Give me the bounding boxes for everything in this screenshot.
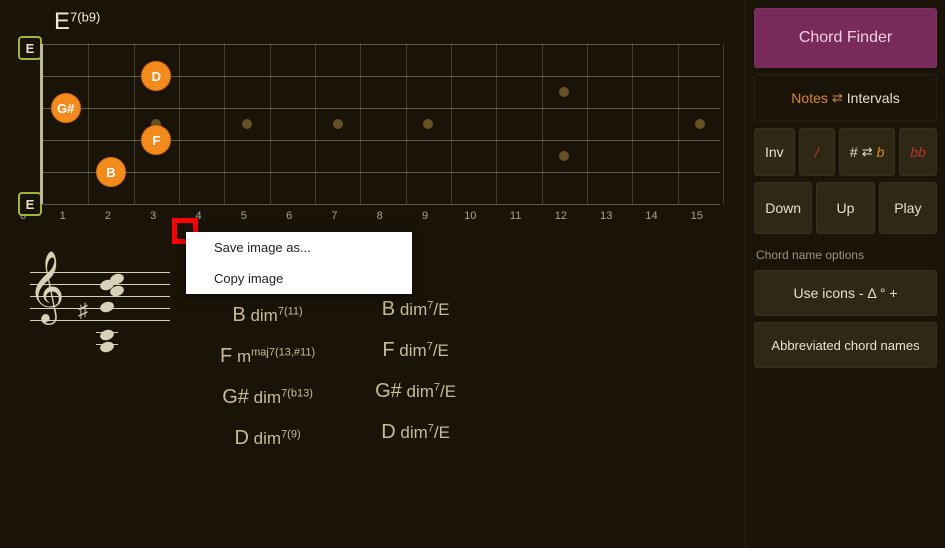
abbreviated-names-toggle[interactable]: Abbreviated chord names <box>754 322 937 368</box>
chord-finder-button[interactable]: Chord Finder <box>754 8 937 68</box>
swap-icon: ⇄ <box>862 144 873 160</box>
fret-note[interactable]: B <box>96 157 126 187</box>
chord-title: E7(b9) <box>54 8 725 36</box>
chord-name[interactable]: G# dim7/E <box>375 380 456 403</box>
chord-name-options-label: Chord name options <box>756 248 937 262</box>
side-panel: Chord Finder Notes ⇄ Intervals Inv / # ⇄… <box>745 0 945 548</box>
slash-button[interactable]: / <box>799 128 835 176</box>
main-panel: E7(b9) E E DG#FB 0123456789101112131415 … <box>0 0 745 548</box>
notes-intervals-toggle[interactable]: Notes ⇄ Intervals <box>754 74 937 122</box>
chord-name[interactable]: F mmaj7(13,#11) <box>220 345 315 368</box>
sharp-flat-toggle[interactable]: # ⇄ b <box>839 128 896 176</box>
double-flat-button[interactable]: bb <box>899 128 937 176</box>
chord-name[interactable]: D dim7(9) <box>234 427 300 450</box>
context-menu: Save image as... Copy image <box>186 232 412 294</box>
chord-name[interactable]: D dim7/E <box>381 421 450 444</box>
sharp-icon: ♯ <box>78 300 88 323</box>
play-button[interactable]: Play <box>879 182 937 234</box>
context-copy-image[interactable]: Copy image <box>186 263 412 294</box>
inversion-button[interactable]: Inv <box>754 128 795 176</box>
transpose-up-button[interactable]: Up <box>816 182 874 234</box>
context-save-image-as[interactable]: Save image as... <box>186 232 412 263</box>
fret-numbers: 0123456789101112131415 <box>20 210 725 222</box>
treble-clef-icon: 𝄞 <box>28 256 65 318</box>
chord-name[interactable]: B dim7(11) <box>232 304 302 327</box>
fret-note[interactable]: D <box>141 61 171 91</box>
use-icons-toggle[interactable]: Use icons - Δ ° + <box>754 270 937 316</box>
swap-icon: ⇄ <box>832 90 843 106</box>
chord-name[interactable]: F dim7/E <box>382 339 449 362</box>
transpose-down-button[interactable]: Down <box>754 182 812 234</box>
open-string-top[interactable]: E <box>18 36 42 60</box>
fretboard[interactable]: D G# FB <box>40 44 720 204</box>
fretboard-area: E E DG#FB 0123456789101112131415 <box>40 44 725 222</box>
fret-note[interactable]: G# <box>51 93 81 123</box>
staff-notation: 𝄞 ♯ <box>20 272 180 450</box>
chord-name[interactable]: G# dim7(b13) <box>222 386 313 409</box>
open-string-bottom[interactable]: E <box>18 192 42 216</box>
chord-name[interactable]: B dim7/E <box>382 298 450 321</box>
fret-note[interactable]: F <box>141 125 171 155</box>
